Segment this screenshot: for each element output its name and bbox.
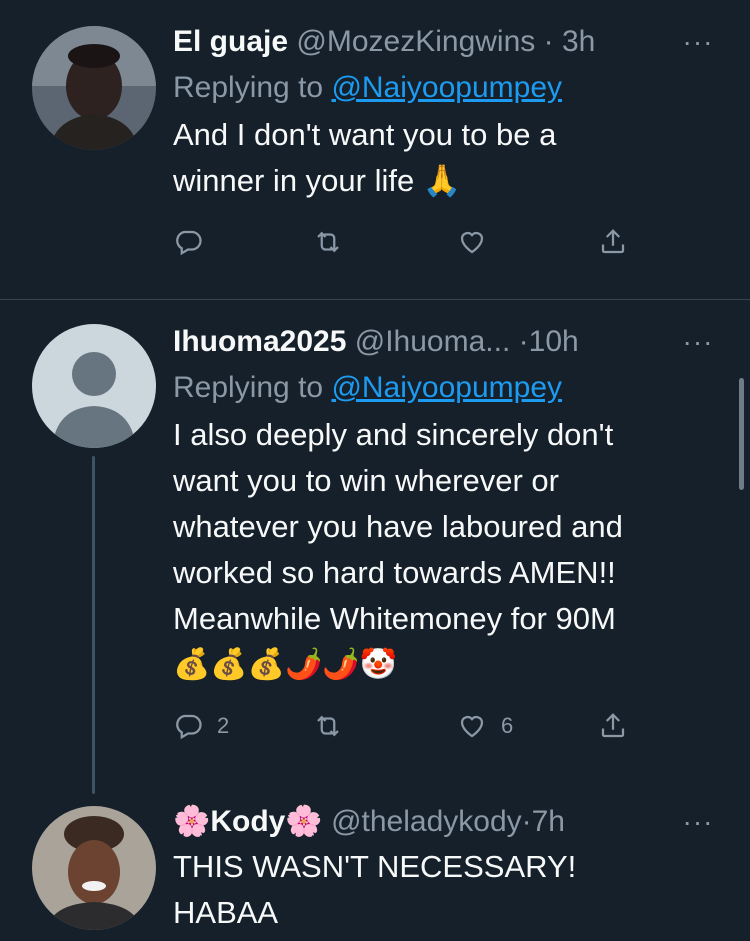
share-icon [601, 229, 625, 254]
share-button[interactable] [598, 218, 628, 266]
heart-icon [460, 715, 484, 738]
replying-to: Replying to @Naiyoopumpey [173, 64, 720, 112]
user-handle[interactable]: @Ihuoma... [355, 325, 511, 358]
thread-line [92, 456, 95, 794]
tweet[interactable]: Ihuoma2025 @Ihuoma... ·10h ··· Replying … [0, 300, 750, 800]
tweet-text: I also deeply and sincerely don't want y… [173, 412, 720, 688]
tweet-text-line: want you to win wherever or [173, 463, 559, 498]
reply-icon [176, 230, 202, 256]
tweet-actions [173, 218, 720, 266]
reply-button[interactable]: 2 [173, 702, 229, 750]
separator-dot: · [521, 805, 532, 838]
tweet[interactable]: 🌸Kody🌸 @theladykody·7h ··· THIS WASN'T N… [0, 800, 750, 941]
tweet-text-line: winner in your life 🙏 [173, 163, 462, 198]
replying-to-handle-link[interactable]: @Naiyoopumpey [331, 71, 562, 104]
display-name[interactable]: El guaje [173, 25, 288, 58]
avatar[interactable] [32, 26, 156, 150]
default-avatar-icon [32, 324, 156, 448]
tweet-header: El guaje @MozezKingwins · 3h ··· [173, 20, 720, 64]
retweet-icon [317, 715, 339, 737]
tweet-header: 🌸Kody🌸 @theladykody·7h ··· [173, 800, 720, 844]
user-handle[interactable]: @theladykody [331, 805, 522, 838]
retweet-icon [317, 231, 339, 253]
timestamp[interactable]: 3h [562, 25, 595, 58]
more-options-icon[interactable]: ··· [676, 800, 720, 844]
timestamp[interactable]: 10h [529, 325, 579, 358]
tweet-text: THIS WASN'T NECESSARY! HABAA [173, 844, 720, 936]
tweet-text-line: I also deeply and sincerely don't [173, 417, 614, 452]
share-button[interactable] [598, 702, 628, 750]
like-button[interactable]: 6 [457, 702, 513, 750]
separator-dot: · [543, 25, 554, 58]
timeline: El guaje @MozezKingwins · 3h ··· Replyin… [0, 0, 750, 941]
display-name[interactable]: 🌸Kody🌸 [173, 805, 323, 838]
heart-icon [460, 231, 484, 254]
replying-to: Replying to @Naiyoopumpey [173, 364, 720, 412]
tweet-text-line: whatever you have laboured and [173, 509, 623, 544]
tweet-emoji-line: 💰💰💰🌶️🌶️🤡 [173, 648, 398, 681]
avatar[interactable] [32, 324, 156, 448]
scrollbar[interactable] [739, 378, 744, 490]
retweet-button[interactable] [313, 702, 357, 750]
tweet-text-line: Meanwhile Whitemoney for 90M [173, 601, 616, 636]
like-count: 6 [501, 713, 514, 738]
avatar-photo [32, 26, 156, 150]
tweet-header: Ihuoma2025 @Ihuoma... ·10h ··· [173, 320, 720, 364]
reply-icon [176, 714, 202, 740]
replying-to-label: Replying to [173, 371, 332, 404]
tweet-actions: 2 6 [173, 702, 720, 750]
like-button[interactable] [457, 218, 501, 266]
avatar[interactable] [32, 806, 156, 930]
avatar-photo [32, 806, 156, 930]
tweet-text-line: worked so hard towards AMEN!! [173, 555, 616, 590]
replying-to-handle-link[interactable]: @Naiyoopumpey [331, 371, 562, 404]
timestamp[interactable]: 7h [532, 805, 565, 838]
tweet-text-line: HABAA [173, 895, 279, 930]
tweet[interactable]: El guaje @MozezKingwins · 3h ··· Replyin… [0, 0, 750, 300]
tweet-text: And I don't want you to be a winner in y… [173, 112, 720, 204]
user-handle[interactable]: @MozezKingwins [296, 25, 535, 58]
more-options-icon[interactable]: ··· [676, 320, 720, 364]
tweet-text-line: And I don't want you to be a [173, 117, 557, 152]
separator-dot: · [518, 325, 529, 358]
reply-count: 2 [217, 713, 230, 738]
share-icon [601, 713, 625, 738]
display-name[interactable]: Ihuoma2025 [173, 325, 346, 358]
tweet-text-line: THIS WASN'T NECESSARY! [173, 849, 577, 884]
more-options-icon[interactable]: ··· [676, 20, 720, 64]
retweet-button[interactable] [313, 218, 357, 266]
reply-button[interactable] [173, 218, 217, 266]
replying-to-label: Replying to [173, 71, 332, 104]
